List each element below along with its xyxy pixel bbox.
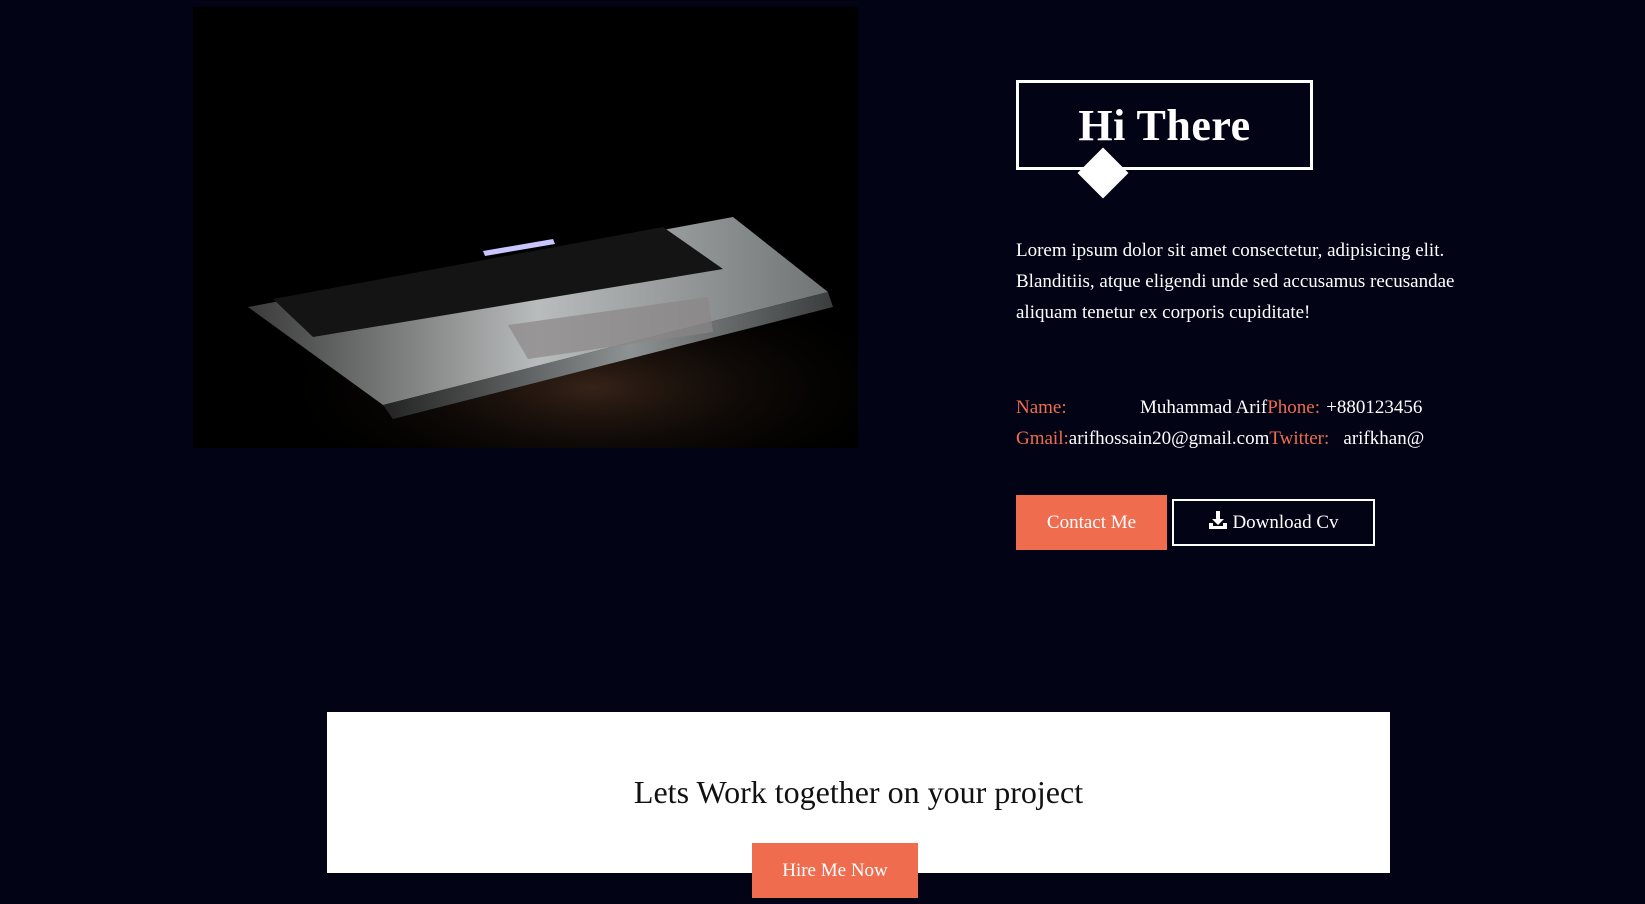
gmail-value: arifhossain20@gmail.com [1068,428,1270,449]
name-value: Muhammad Arif [1140,397,1268,418]
gmail-label: Gmail: [1016,428,1069,449]
phone-value: +880123456 [1326,397,1423,418]
download-icon [1208,510,1228,536]
hire-me-button[interactable]: Hire Me Now [752,843,918,898]
diamond-decoration [1077,147,1129,199]
info-row-gmail-twitter: Gmail: arifhossain20@gmail.com Twitter: … [1016,423,1576,454]
cta-text: Lets Work together on your project [633,774,1084,810]
page-title: Hi There [1078,100,1251,150]
intro-text: Lorem ipsum dolor sit amet consectetur, … [1016,240,1455,323]
title-box: Hi There [1016,80,1313,199]
name-label: Name: [1016,397,1067,418]
contact-info: Name: Muhammad Arif Phone: +880123456 Gm… [1016,392,1576,454]
download-cv-label: Download Cv [1232,511,1339,533]
twitter-label: Twitter: [1269,428,1330,449]
button-group: Contact Me Download Cv [1016,495,1576,550]
page: Hi There Lorem ipsum dolor sit amet cons… [0,0,1645,904]
twitter-value: arifkhan@ [1343,428,1425,449]
contact-me-button[interactable]: Contact Me [1016,495,1167,550]
download-cv-button[interactable]: Download Cv [1172,499,1375,546]
about-section: Hi There Lorem ipsum dolor sit amet cons… [1016,80,1576,550]
laptop-photo [193,7,858,448]
phone-label: Phone: [1267,397,1320,418]
info-row-name-phone: Name: Muhammad Arif Phone: +880123456 [1016,392,1576,423]
